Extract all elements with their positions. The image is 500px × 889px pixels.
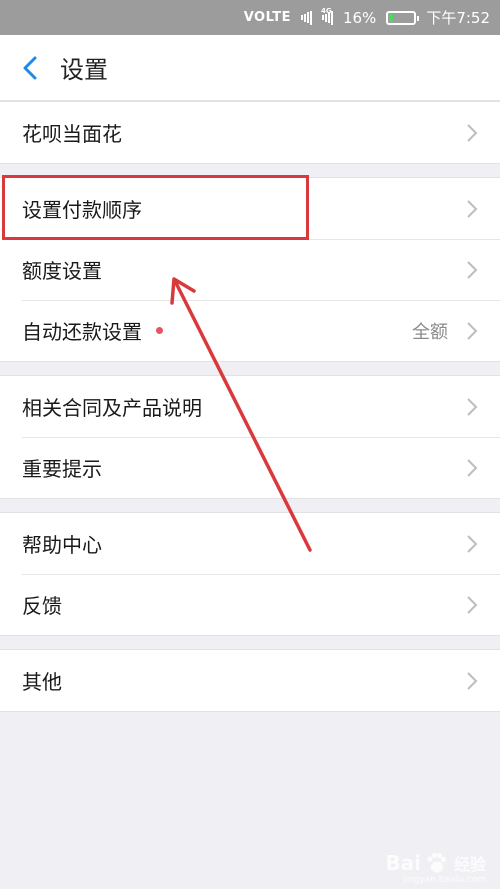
page-title: 设置 <box>60 56 108 84</box>
settings-item-help-center[interactable]: 帮助中心 <box>0 513 500 574</box>
battery-fill <box>389 13 394 22</box>
watermark-text-right: 经验 <box>453 855 486 874</box>
settings-group-2: 设置付款顺序 额度设置 自动还款设置 全额 <box>0 177 500 362</box>
settings-item-other[interactable]: 其他 <box>0 650 500 711</box>
chevron-right-icon <box>467 322 478 340</box>
settings-item-label: 反馈 <box>22 594 62 618</box>
settings-item-auto-repay[interactable]: 自动还款设置 全额 <box>0 300 500 361</box>
network-type: VOLTE <box>243 10 291 25</box>
settings-item-contracts[interactable]: 相关合同及产品说明 <box>0 376 500 437</box>
settings-item-huabei-face-pay[interactable]: 花呗当面花 <box>0 102 500 163</box>
settings-item-important-notice[interactable]: 重要提示 <box>0 437 500 498</box>
settings-item-credit-limit[interactable]: 额度设置 <box>0 239 500 300</box>
nav-header: 设置 <box>0 35 500 101</box>
chevron-right-icon <box>467 398 478 416</box>
chevron-right-icon <box>467 535 478 553</box>
signal-4g-icon: 4G <box>321 7 333 25</box>
settings-group-5: 其他 <box>0 649 500 712</box>
settings-item-label: 额度设置 <box>22 259 102 283</box>
settings-item-label: 其他 <box>22 670 62 694</box>
settings-item-value: 全额 <box>412 321 448 343</box>
settings-group-3: 相关合同及产品说明 重要提示 <box>0 375 500 499</box>
chevron-left-icon <box>23 56 37 79</box>
chevron-right-icon <box>467 459 478 477</box>
notification-dot <box>156 327 163 334</box>
settings-item-label: 重要提示 <box>22 457 102 481</box>
chevron-right-icon <box>467 261 478 279</box>
settings-item-label: 花呗当面花 <box>22 122 122 146</box>
settings-item-label: 设置付款顺序 <box>22 198 142 222</box>
watermark-text-left: Bai <box>385 851 421 875</box>
settings-item-payment-order[interactable]: 设置付款顺序 <box>0 178 500 239</box>
settings-group-1: 花呗当面花 <box>0 101 500 164</box>
chevron-right-icon <box>467 596 478 614</box>
settings-item-label: 帮助中心 <box>22 533 102 557</box>
signal-icon <box>300 10 312 25</box>
settings-item-label: 自动还款设置 <box>22 320 142 344</box>
battery-icon <box>386 10 420 25</box>
clock: 下午7:52 <box>426 9 490 27</box>
settings-item-feedback[interactable]: 反馈 <box>0 574 500 635</box>
settings-group-4: 帮助中心 反馈 <box>0 512 500 636</box>
signal-tag: 4G <box>320 6 332 15</box>
chevron-right-icon <box>467 200 478 218</box>
chevron-right-icon <box>467 124 478 142</box>
chevron-right-icon <box>467 672 478 690</box>
watermark-url: jingyan.baidu.com <box>402 875 486 885</box>
settings-item-label: 相关合同及产品说明 <box>22 396 202 420</box>
back-button[interactable] <box>0 35 60 101</box>
status-bar: VOLTE 4G 16% 下午7:52 <box>0 0 500 35</box>
paw-icon <box>427 852 447 873</box>
baidu-jingyan-watermark: Bai 经验 jingyan.baidu.com <box>385 851 486 885</box>
battery-percent: 16% <box>342 8 377 27</box>
